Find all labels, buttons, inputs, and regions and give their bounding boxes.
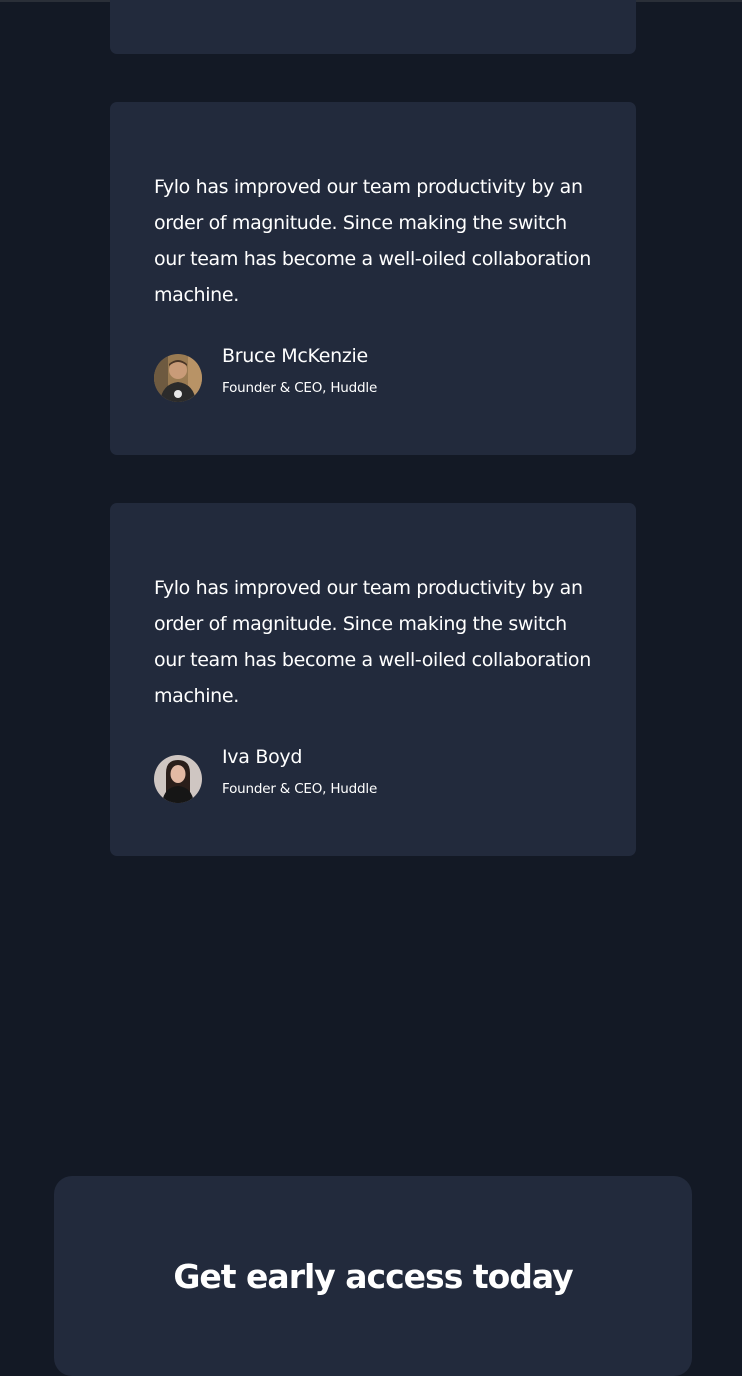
- author-role: Founder & CEO, Huddle: [222, 781, 378, 797]
- avatar-image: [154, 354, 202, 402]
- avatar-image: [154, 755, 202, 803]
- author-name: Bruce McKenzie: [222, 345, 368, 367]
- avatar-iva-boyd: [154, 755, 202, 803]
- testimonial-quote: Fylo has improved our team productivity …: [154, 176, 591, 306]
- avatar-bruce-mckenzie: [154, 354, 202, 402]
- author-name: Iva Boyd: [222, 746, 303, 768]
- testimonial-card: Fylo has improved our team productivity …: [110, 102, 636, 455]
- early-access-title: Get early access today: [173, 1257, 573, 1296]
- testimonial-card-partial: [110, 0, 636, 54]
- early-access-section: Get early access today: [54, 1176, 692, 1376]
- testimonial-quote: Fylo has improved our team productivity …: [154, 577, 591, 707]
- author-role: Founder & CEO, Huddle: [222, 380, 378, 396]
- testimonial-card: Fylo has improved our team productivity …: [110, 503, 636, 856]
